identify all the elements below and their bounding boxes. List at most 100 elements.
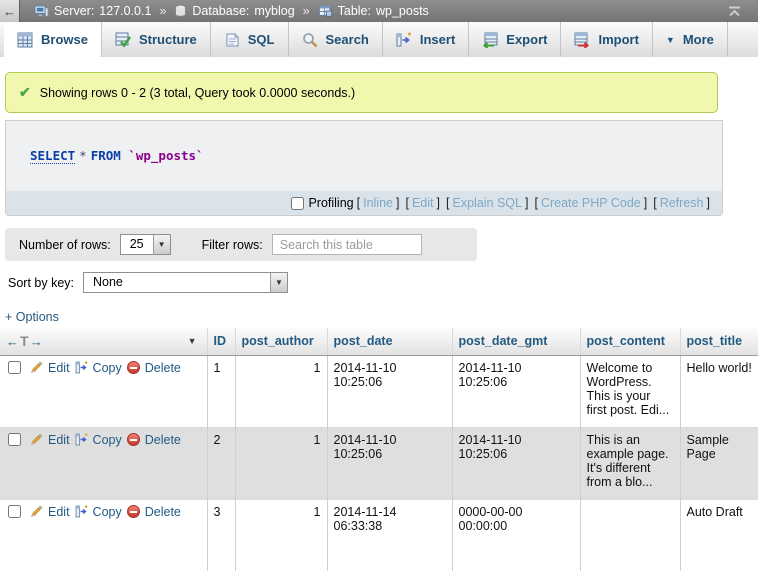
refresh-link[interactable]: Refresh (660, 196, 704, 210)
table-icon (318, 4, 333, 18)
tab-label: Import (598, 32, 638, 47)
copy-row-link[interactable]: Copy (93, 433, 122, 447)
delete-icon[interactable] (127, 433, 140, 446)
delete-row-link[interactable]: Delete (145, 361, 181, 375)
collapse-navigation-icon[interactable] (727, 6, 742, 17)
arrow-right-icon: → (30, 334, 43, 349)
tab-sql[interactable]: SQL (211, 22, 289, 57)
cell-post-date-gmt: 0000-00-00 00:00:00 (452, 499, 580, 571)
copy-icon[interactable] (75, 505, 88, 518)
number-of-rows-select[interactable]: 25 ▼ (120, 234, 171, 255)
options-toggle-link[interactable]: + Options (5, 310, 59, 324)
delete-icon[interactable] (127, 361, 140, 374)
cell-post-date-gmt: 2014-11-10 10:25:06 (452, 427, 580, 499)
inline-link[interactable]: Inline (363, 196, 393, 210)
column-header-post-author[interactable]: post_author (235, 328, 327, 355)
table-row: Edit Copy Delete 3 1 2014-11-14 06:33:38… (0, 499, 758, 571)
edit-query-link[interactable]: Edit (412, 196, 434, 210)
table-label: Table: (338, 4, 371, 18)
column-header-post-date-gmt[interactable]: post_date_gmt (452, 328, 580, 355)
profiling-label[interactable]: Profiling (308, 196, 353, 210)
pencil-icon[interactable] (30, 433, 43, 446)
sql-table-identifier: `wp_posts` (128, 148, 203, 163)
bracket: ] (707, 196, 710, 210)
edit-row-link[interactable]: Edit (48, 433, 70, 447)
cell-post-content: This is an example page. It's different … (580, 427, 680, 499)
table-link[interactable]: wp_posts (376, 4, 429, 18)
tab-more[interactable]: ▼ More (653, 22, 728, 57)
column-options-header[interactable]: ← T → ▼ (0, 328, 207, 355)
bracket: ] (644, 196, 647, 210)
delete-icon[interactable] (127, 505, 140, 518)
tab-label: More (683, 32, 714, 47)
copy-icon[interactable] (75, 433, 88, 446)
row-checkbox[interactable] (8, 433, 21, 446)
sql-query-box: SELECT*FROM `wp_posts` Profiling [Inline… (5, 120, 723, 216)
chevron-down-icon: ▼ (270, 273, 287, 292)
export-icon (482, 32, 498, 48)
tab-structure[interactable]: Structure (102, 22, 211, 57)
tab-import[interactable]: Import (561, 22, 652, 57)
delete-row-link[interactable]: Delete (145, 433, 181, 447)
chevron-down-icon: ▼ (666, 35, 675, 45)
bracket: [ (405, 196, 408, 210)
edit-row-link[interactable]: Edit (48, 361, 70, 375)
structure-icon (115, 32, 131, 48)
sql-select-keyword[interactable]: SELECT (30, 148, 75, 164)
arrow-left-icon: ← (6, 334, 19, 349)
filter-rows-input[interactable] (272, 234, 422, 255)
create-php-code-link[interactable]: Create PHP Code (541, 196, 641, 210)
search-icon (302, 32, 318, 48)
cell-post-date: 2014-11-10 10:25:06 (327, 427, 452, 499)
copy-row-link[interactable]: Copy (93, 361, 122, 375)
server-label: Server: (54, 4, 94, 18)
database-link[interactable]: myblog (254, 4, 294, 18)
success-message: ✔ Showing rows 0 - 2 (3 total, Query too… (5, 72, 718, 113)
pencil-icon[interactable] (30, 505, 43, 518)
tab-export[interactable]: Export (469, 22, 561, 57)
copy-row-link[interactable]: Copy (93, 505, 122, 519)
tab-insert[interactable]: Insert (383, 22, 469, 57)
cell-post-date: 2014-11-10 10:25:06 (327, 355, 452, 427)
tab-browse[interactable]: Browse (4, 22, 102, 57)
sql-icon (224, 32, 240, 48)
pencil-icon[interactable] (30, 361, 43, 374)
row-checkbox[interactable] (8, 361, 21, 374)
sql-star: * (79, 148, 87, 163)
bracket: [ (653, 196, 656, 210)
tab-search[interactable]: Search (289, 22, 383, 57)
sort-caret-icon[interactable]: ▼ (188, 336, 197, 346)
column-header-id[interactable]: ID (207, 328, 235, 355)
database-icon (174, 4, 187, 18)
cell-post-author: 1 (235, 355, 327, 427)
back-button[interactable]: ← (0, 0, 20, 22)
column-header-post-title[interactable]: post_title (680, 328, 758, 355)
edit-row-link[interactable]: Edit (48, 505, 70, 519)
cell-post-title: Hello world! (680, 355, 758, 427)
sort-by-key-select[interactable]: None ▼ (83, 272, 288, 293)
bracket: ] (396, 196, 399, 210)
copy-icon[interactable] (75, 361, 88, 374)
database-label: Database: (192, 4, 249, 18)
table-row: Edit Copy Delete 2 1 2014-11-10 10:25:06… (0, 427, 758, 499)
row-controls-bar: Number of rows: 25 ▼ Filter rows: (5, 228, 477, 261)
cell-id: 3 (207, 499, 235, 571)
breadcrumb-separator: » (159, 4, 166, 18)
tab-label: Search (326, 32, 369, 47)
row-checkbox[interactable] (8, 505, 21, 518)
number-of-rows-value: 25 (121, 235, 153, 254)
server-icon (34, 4, 49, 19)
bracket: [ (357, 196, 360, 210)
column-header-post-content[interactable]: post_content (580, 328, 680, 355)
tab-label: Insert (420, 32, 455, 47)
bracket: ] (525, 196, 528, 210)
explain-sql-link[interactable]: Explain SQL (452, 196, 521, 210)
column-header-post-date[interactable]: post_date (327, 328, 452, 355)
sort-by-key-value: None (84, 273, 270, 292)
delete-row-link[interactable]: Delete (145, 505, 181, 519)
profiling-checkbox[interactable] (291, 197, 304, 210)
tab-label: SQL (248, 32, 275, 47)
sql-query-text: SELECT*FROM `wp_posts` (6, 121, 722, 191)
server-link[interactable]: 127.0.0.1 (99, 4, 151, 18)
number-of-rows-label: Number of rows: (19, 238, 111, 252)
